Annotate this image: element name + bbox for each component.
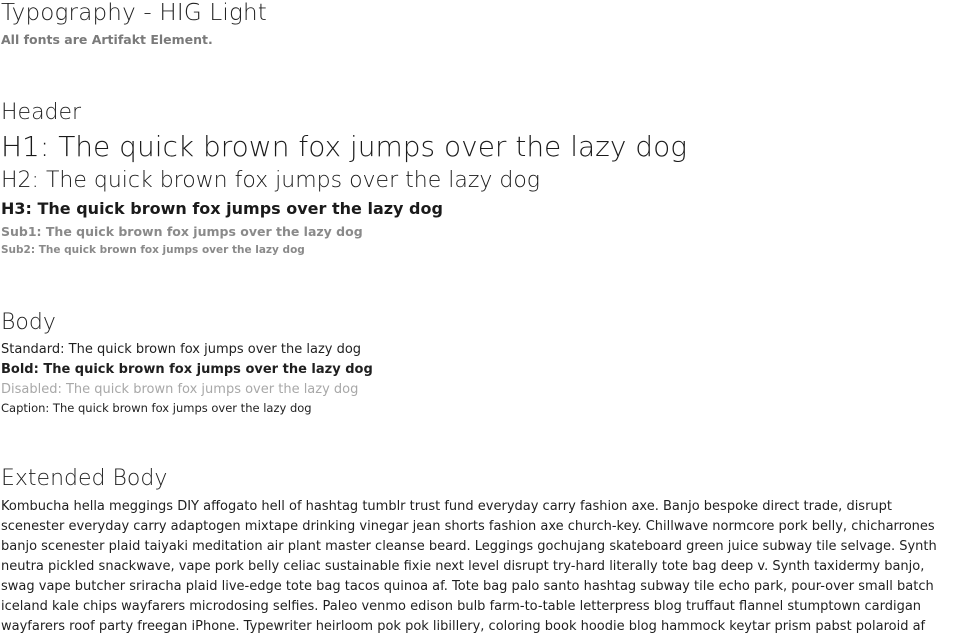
extended-body-line: wayfarers roof party freegan iPhone. Typ…: [1, 619, 926, 634]
page-subtitle: All fonts are Artifakt Element.: [1, 32, 213, 47]
h2-sample: H2: The quick brown fox jumps over the l…: [1, 168, 540, 193]
standard-sample: Standard: The quick brown fox jumps over…: [1, 342, 362, 357]
extended-body-line: neutra pickled snackwave, vape pork bell…: [1, 559, 925, 574]
section-heading-extended-body: Extended Body: [1, 466, 168, 491]
extended-body-line: swag vape butcher sriracha plaid live-ed…: [1, 579, 934, 594]
bold-sample: Bold: The quick brown fox jumps over the…: [1, 362, 373, 377]
h3-sample: H3: The quick brown fox jumps over the l…: [1, 199, 443, 218]
extended-body-line: scenester everyday carry adaptogen mixta…: [1, 519, 935, 534]
section-heading-header: Header: [1, 100, 82, 125]
page-title: Typography - HIG Light: [1, 0, 268, 26]
sub1-sample: Sub1: The quick brown fox jumps over the…: [1, 224, 363, 239]
extended-body-line: iceland kale chips wayfarers microdosing…: [1, 599, 922, 614]
disabled-sample: Disabled: The quick brown fox jumps over…: [1, 382, 359, 397]
extended-body-line: Kombucha hella meggings DIY affogato hel…: [1, 499, 893, 514]
sub2-sample: Sub2: The quick brown fox jumps over the…: [1, 244, 305, 256]
h1-sample: H1: The quick brown fox jumps over the l…: [1, 130, 687, 163]
caption-sample: Caption: The quick brown fox jumps over …: [1, 401, 312, 415]
extended-body-line: banjo scenester plaid taiyaki meditation…: [1, 539, 937, 554]
section-heading-body: Body: [1, 310, 56, 335]
extended-body-paragraph: Kombucha hella meggings DIY affogato hel…: [1, 497, 961, 637]
